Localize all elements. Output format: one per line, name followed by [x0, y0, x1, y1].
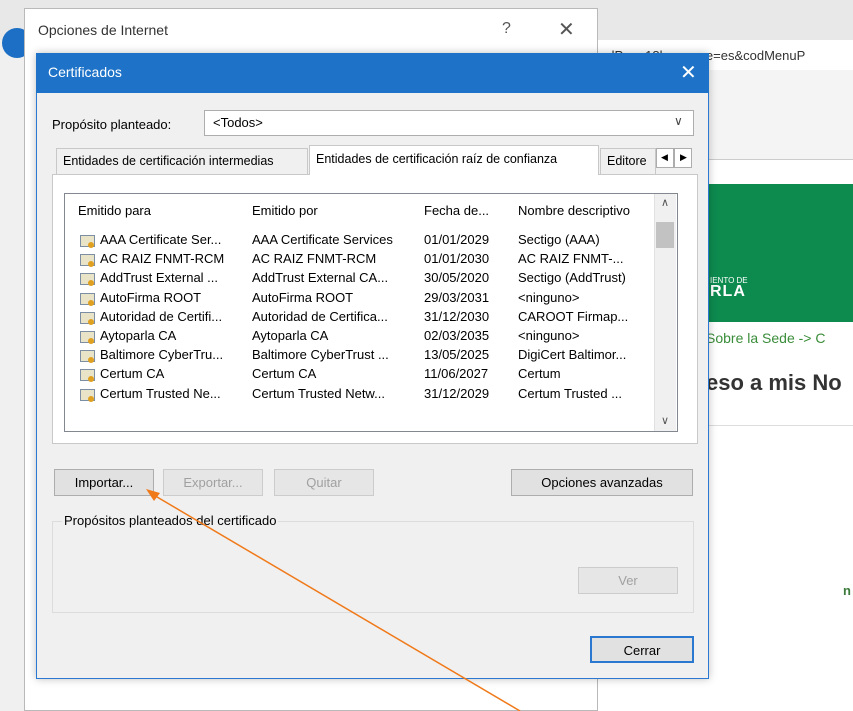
table-cell: 30/05/2020	[424, 270, 490, 286]
column-friendly-name[interactable]: Nombre descriptivo	[518, 203, 630, 218]
table-cell[interactable]: Autoridad de Certifi...	[100, 309, 222, 324]
close-icon[interactable]: ✕	[558, 17, 575, 42]
table-cell: <ninguno>	[518, 289, 580, 305]
certificates-close-icon[interactable]: ✕	[680, 60, 697, 85]
certificate-purposes-label: Propósitos planteados del certificado	[62, 513, 279, 528]
table-cell: CAROOT Firmap...	[518, 308, 629, 324]
tab-trusted-root-authorities[interactable]: Entidades de certificación raíz de confi…	[309, 145, 599, 175]
table-cell[interactable]: AutoFirma ROOT	[100, 290, 201, 305]
site-banner	[706, 184, 853, 322]
column-expiration[interactable]: Fecha de...	[424, 203, 489, 218]
advanced-options-button[interactable]: Opciones avanzadas	[511, 469, 693, 496]
table-cell: AddTrust External CA...	[252, 270, 389, 286]
table-cell: 13/05/2025	[424, 347, 490, 363]
table-cell: Certum	[518, 366, 561, 382]
table-cell: DigiCert Baltimor...	[518, 347, 627, 363]
certificate-icon	[80, 388, 95, 402]
table-cell: Baltimore CyberTrust ...	[252, 347, 389, 363]
certificate-icon	[80, 273, 95, 287]
site-text-fragment: n	[843, 583, 851, 598]
table-cell: 01/01/2030	[424, 251, 490, 267]
site-banner-text: RLA	[710, 283, 746, 300]
table-cell[interactable]: AC RAIZ FNMT-RCM	[100, 251, 224, 266]
remove-button[interactable]: Quitar	[274, 469, 374, 496]
certificate-icon	[80, 235, 95, 248]
export-button[interactable]: Exportar...	[163, 469, 263, 496]
table-cell: <ninguno>	[518, 328, 580, 343]
table-cell[interactable]: Certum Trusted Ne...	[100, 386, 221, 401]
table-cell: AAA Certificate Services	[252, 232, 393, 247]
close-button[interactable]: Cerrar	[590, 636, 694, 663]
scroll-up-icon[interactable]: ∧	[654, 196, 676, 209]
table-cell: Aytoparla CA	[252, 328, 329, 343]
purpose-label: Propósito planteado:	[52, 117, 172, 132]
help-icon[interactable]: ?	[502, 20, 511, 38]
site-heading: eso a mis No	[706, 370, 842, 395]
table-cell: Autoridad de Certifica...	[252, 308, 388, 324]
table-cell[interactable]: AAA Certificate Ser...	[100, 232, 221, 247]
certificate-icon	[80, 292, 95, 306]
certificate-icon	[80, 331, 95, 344]
table-cell: Sectigo (AddTrust)	[518, 270, 626, 286]
import-button[interactable]: Importar...	[54, 469, 154, 496]
table-cell[interactable]: Aytoparla CA	[100, 328, 176, 343]
scrollbar-thumb[interactable]	[656, 222, 674, 248]
site-divider	[706, 425, 853, 426]
tab-intermediate-authorities[interactable]: Entidades de certificación intermedias	[56, 148, 308, 174]
table-cell: 11/06/2027	[424, 366, 489, 382]
table-cell: Certum CA	[252, 366, 317, 382]
table-cell: 01/01/2029	[424, 232, 490, 247]
view-button[interactable]: Ver	[578, 567, 678, 594]
table-cell: 02/03/2035	[424, 328, 490, 343]
internet-options-title: Opciones de Internet	[38, 22, 168, 38]
certificates-titlebar	[36, 53, 709, 93]
table-cell: 29/03/2031	[424, 289, 490, 305]
table-cell: 31/12/2029	[424, 385, 490, 401]
certificate-icon	[80, 350, 95, 364]
table-cell[interactable]: AddTrust External ...	[100, 270, 218, 285]
table-cell: Certum Trusted Netw...	[252, 385, 385, 401]
tab-publishers[interactable]: Editore	[600, 148, 656, 174]
table-cell: AC RAIZ FNMT-...	[518, 251, 624, 267]
table-cell: AC RAIZ FNMT-RCM	[252, 251, 377, 267]
certificate-icon	[80, 311, 95, 325]
table-cell: 31/12/2030	[424, 308, 490, 324]
table-cell: Sectigo (AAA)	[518, 232, 600, 247]
table-cell: AutoFirma ROOT	[252, 289, 354, 305]
tab-scroll-left-icon[interactable]: ◀	[656, 148, 674, 168]
scroll-down-icon[interactable]: ∨	[654, 414, 676, 427]
purpose-select[interactable]: <Todos>	[204, 110, 694, 136]
column-issued-by[interactable]: Emitido por	[252, 203, 318, 218]
table-cell[interactable]: Baltimore CyberTru...	[100, 347, 223, 362]
tab-scroll-right-icon[interactable]: ▶	[674, 148, 692, 168]
certificate-icon	[80, 254, 95, 268]
certificates-title: Certificados	[48, 64, 122, 80]
table-cell: Certum Trusted ...	[518, 385, 623, 401]
site-nav-link[interactable]: Sobre la Sede -> C	[706, 330, 853, 352]
chevron-down-icon[interactable]: ∨	[674, 114, 683, 128]
table-cell[interactable]: Certum CA	[100, 366, 164, 381]
column-issued-to[interactable]: Emitido para	[78, 203, 151, 218]
certificate-icon	[80, 369, 95, 383]
